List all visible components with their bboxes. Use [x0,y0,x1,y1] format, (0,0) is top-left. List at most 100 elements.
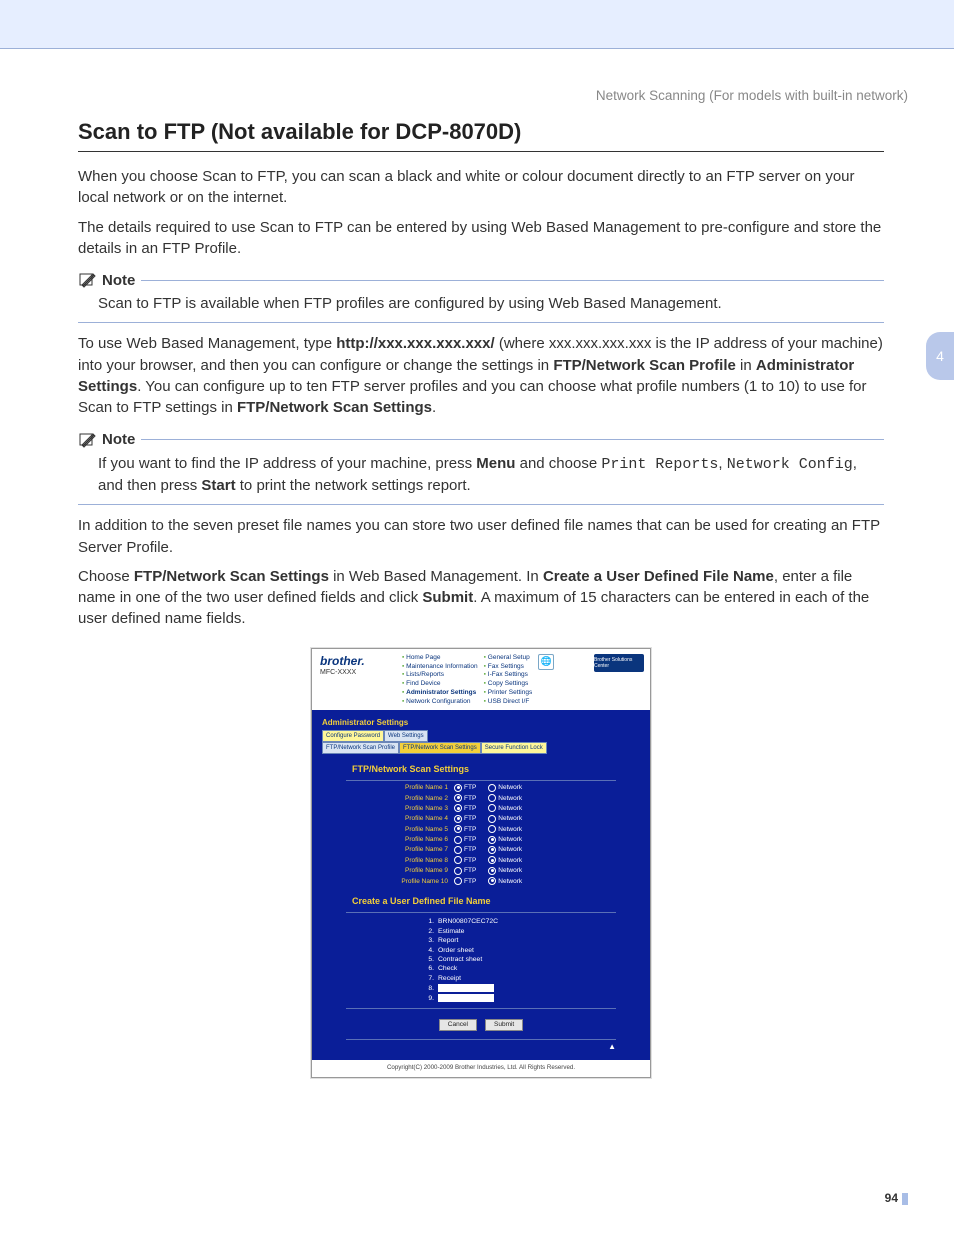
tab[interactable]: FTP/Network Scan Profile [322,742,399,754]
note-header-1: Note [78,271,884,289]
page-title: Scan to FTP (Not available for DCP-8070D… [78,119,884,145]
top-band [0,0,954,49]
solutions-center-link[interactable]: Brother Solutions Center [594,654,644,672]
network-radio[interactable]: Network [488,867,522,875]
network-radio[interactable]: Network [488,877,522,885]
profile-row: Profile Name 4 FTP Network [312,814,650,824]
filename-list: 1.BRN00807CEC72C2.Estimate3.Report4.Orde… [312,915,650,1005]
ftp-radio[interactable]: FTP [454,836,476,844]
ftp-radio[interactable]: FTP [454,815,476,823]
filename-item: 1.BRN00807CEC72C [422,917,650,926]
ftp-radio[interactable]: FTP [454,877,476,885]
profile-row: Profile Name 9 FTP Network [312,866,650,876]
profile-label: Profile Name 2 [390,795,448,802]
cancel-button[interactable]: Cancel [439,1019,477,1031]
section-title-filename: Create a User Defined File Name [312,886,650,910]
profile-label: Profile Name 10 [390,878,448,885]
network-radio[interactable]: Network [488,815,522,823]
profile-row: Profile Name 1 FTP Network [312,783,650,793]
nav-link[interactable]: I-Fax Settings [484,671,533,679]
ftp-radio[interactable]: FTP [454,784,476,792]
profile-row: Profile Name 5 FTP Network [312,824,650,834]
note-label: Note [102,431,135,448]
paragraph-instructions: Choose FTP/Network Scan Settings in Web … [78,566,884,630]
profile-row: Profile Name 8FTPNetwork [312,855,650,865]
profile-label: Profile Name 7 [390,846,448,853]
nav-link[interactable]: Printer Settings [484,689,533,697]
ftp-radio[interactable]: FTP [454,856,476,864]
tabs-row-2: FTP/Network Scan ProfileFTP/Network Scan… [312,742,650,754]
nav-link[interactable]: Copy Settings [484,680,533,688]
nav-link[interactable]: Maintenance Information [402,663,478,671]
nav-link[interactable]: Network Configuration [402,698,478,706]
network-radio[interactable]: Network [488,846,522,854]
nav-col-right: General SetupFax SettingsI-Fax SettingsC… [484,654,533,706]
title-rule [78,151,884,152]
note-label: Note [102,272,135,289]
tab[interactable]: Secure Function Lock [481,742,547,754]
tab[interactable]: Web Settings [384,730,428,742]
profile-label: Profile Name 1 [390,784,448,791]
note-header-2: Note [78,431,884,449]
filename-input-row: 8. [422,983,650,993]
note-rule-1 [78,322,884,323]
profile-label: Profile Name 3 [390,805,448,812]
paragraph-preset: In addition to the seven preset file nam… [78,515,884,558]
ftp-radio[interactable]: FTP [454,794,476,802]
ftp-radio[interactable]: FTP [454,846,476,854]
filename-item: 7.Receipt [422,974,650,983]
network-radio[interactable]: Network [488,825,522,833]
paragraph-wbm: To use Web Based Management, type http:/… [78,333,884,418]
nav-link[interactable]: Find Device [402,680,478,688]
note-body-1: Scan to FTP is available when FTP profil… [98,293,884,314]
nav-col-left: Home PageMaintenance InformationLists/Re… [402,654,478,706]
profile-row: Profile Name 6 FTP Network [312,834,650,844]
filename-item: 4.Order sheet [422,945,650,954]
profile-row: Profile Name 7 FTP Network [312,845,650,855]
network-radio[interactable]: Network [488,784,522,792]
filename-item: 2.Estimate [422,927,650,936]
scroll-top-icon[interactable]: ▲ [312,1042,650,1054]
profile-label: Profile Name 6 [390,836,448,843]
note-icon [78,271,96,289]
nav-link[interactable]: Lists/Reports [402,671,478,679]
profile-label: Profile Name 5 [390,826,448,833]
profiles-list: Profile Name 1 FTP Network Profile Name 2 FT… [312,783,650,887]
submit-button[interactable]: Submit [485,1019,523,1031]
globe-icon: 🌐 [538,654,554,670]
chapter-tab: 4 [926,332,954,380]
filename-input[interactable] [438,994,494,1002]
network-radio[interactable]: Network [488,804,522,812]
profile-row: Profile Name 2 FTP Network [312,793,650,803]
paragraph-intro-1: When you choose Scan to FTP, you can sca… [78,166,884,209]
nav-link[interactable]: USB Direct I/F [484,698,533,706]
page-number: 94 [885,1191,908,1205]
model-name: MFC-XXXX [320,669,396,676]
section-title-ftp: FTP/Network Scan Settings [312,754,650,778]
header-breadcrumb: Network Scanning (For models with built-… [596,88,908,103]
filename-item: 6.Check [422,964,650,973]
network-radio[interactable]: Network [488,856,522,864]
nav-link[interactable]: Fax Settings [484,663,533,671]
ftp-radio[interactable]: FTP [454,867,476,875]
profile-row: Profile Name 3 FTP Network [312,803,650,813]
nav-link[interactable]: General Setup [484,654,533,662]
profile-row: Profile Name 10 FTP Network [312,876,650,886]
network-radio[interactable]: Network [488,836,522,844]
note-rule-2 [78,504,884,505]
nav-link[interactable]: Administrator Settings [402,689,478,697]
web-management-screenshot: brother. MFC-XXXX Home PageMaintenance I… [311,648,651,1078]
profile-label: Profile Name 4 [390,815,448,822]
paragraph-intro-2: The details required to use Scan to FTP … [78,217,884,260]
ftp-radio[interactable]: FTP [454,804,476,812]
filename-item: 3.Report [422,936,650,945]
tab[interactable]: FTP/Network Scan Settings [399,742,481,754]
profile-label: Profile Name 9 [390,867,448,874]
filename-input-row: 9. [422,993,650,1003]
ftp-radio[interactable]: FTP [454,825,476,833]
filename-item: 5.Contract sheet [422,955,650,964]
filename-input[interactable] [438,984,494,992]
tab[interactable]: Configure Password [322,730,384,742]
network-radio[interactable]: Network [488,794,522,802]
nav-link[interactable]: Home Page [402,654,478,662]
